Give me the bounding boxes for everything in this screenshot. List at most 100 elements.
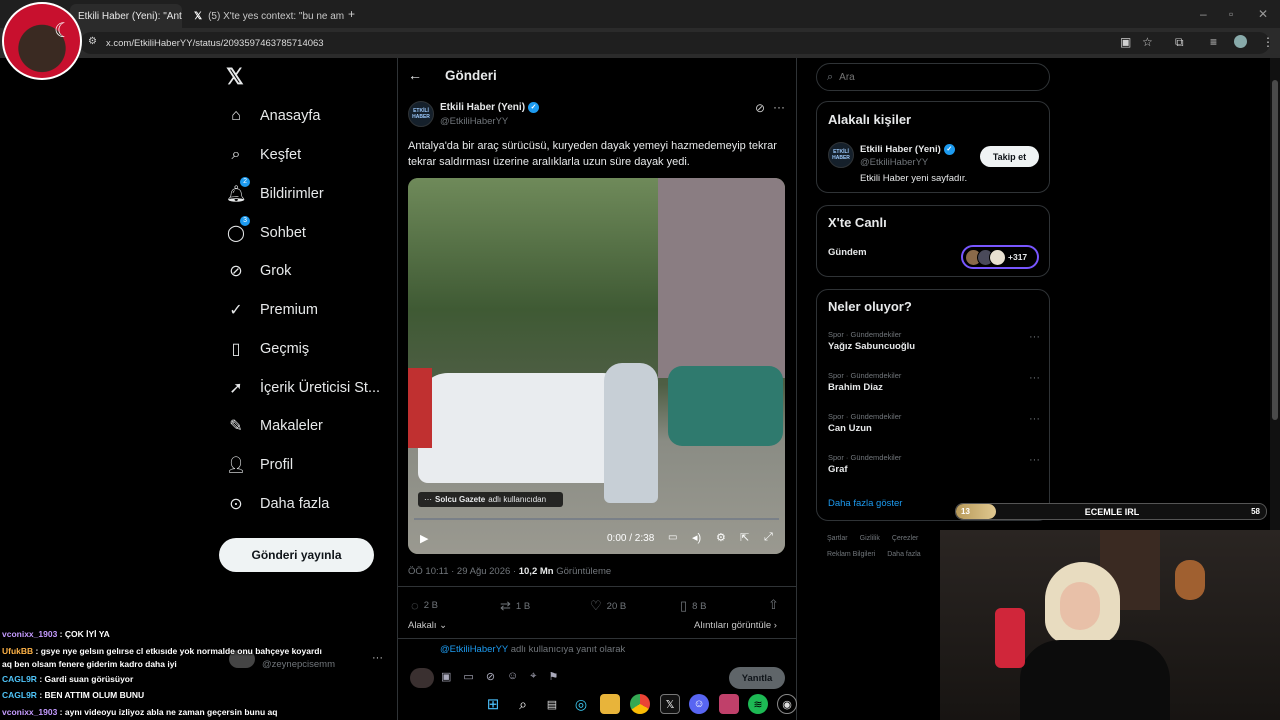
chrome-icon[interactable] [630,694,650,714]
captions-icon[interactable]: ▭ [668,532,677,543]
author-name-row[interactable]: Etkili Haber (Yeni) ✓ [440,102,540,113]
window-close-icon[interactable]: ✕ [1258,8,1268,20]
x-logo-icon[interactable]: 𝕏 [226,64,244,90]
cast-icon[interactable]: ▣ [1120,36,1131,48]
like-action[interactable]: ♡ 20 B [590,598,626,614]
video-credit[interactable]: ⋯ Solcu Gazete adlı kullanıcıdan [418,492,563,507]
trend-name: Graf [828,464,848,475]
file-explorer-icon[interactable] [600,694,620,714]
profile-icon: 👤︎ [226,457,247,474]
trend-item[interactable]: Spor · Gündemdekiler Brahim Diaz ··· [828,371,1040,393]
back-arrow-icon[interactable]: ← [408,67,422,83]
more-options-icon[interactable]: ··· [372,652,383,664]
search-bar[interactable]: ⌕ [816,63,1050,91]
trend-name: Brahim Diaz [828,382,883,393]
emoji-icon[interactable]: ☺ [507,670,518,683]
volume-icon[interactable]: ◂) [692,531,701,544]
credit-name: Solcu Gazete [435,495,486,504]
repost-action[interactable]: ⇄ 1 B [500,598,530,614]
footer-link[interactable]: Daha fazla [887,551,920,558]
discord-icon[interactable]: ☺ [689,694,709,714]
x-app-icon[interactable]: 𝕏 [660,694,680,714]
sort-label: Alakalı [408,620,437,631]
grok-icon[interactable]: ⊘ [486,670,495,683]
search-icon: ⌕ [827,70,834,83]
more-options-icon[interactable]: ··· [773,101,785,113]
more-options-icon[interactable]: ··· [1029,454,1040,466]
fullscreen-icon[interactable]: ⤢ [764,531,773,544]
nav-item-premium[interactable]: ✓ Premium [226,295,318,325]
share-action[interactable]: ⇧ [768,597,779,613]
live-spaces-pill[interactable]: +317 [961,245,1039,269]
profile-avatar[interactable] [1234,35,1247,48]
streamer-logo: ☾ [2,2,82,80]
settings-icon[interactable]: ⚙ [716,531,726,544]
trend-item[interactable]: Spor · Gündemdekiler Graf ··· [828,453,1040,475]
image-icon[interactable]: ▣ [441,670,451,683]
task-view-icon[interactable]: ▤ [542,694,562,714]
location-icon[interactable]: ⌖ [530,670,536,683]
grok-explain-icon[interactable]: ⊘ [755,102,765,114]
nav-item-profile[interactable]: 👤︎ Profil [226,450,293,480]
play-icon[interactable]: ▶ [420,532,428,545]
star-icon[interactable]: ☆ [1142,36,1153,48]
site-info-icon[interactable]: ⚙ [88,37,97,47]
x-logo-icon: 𝕏 [194,10,203,22]
chat-badge: 3 [240,216,250,226]
footer-link[interactable]: Şartlar [827,535,848,542]
edge-icon[interactable]: ◎ [571,694,591,714]
media-icon[interactable]: ≡ [1210,36,1217,48]
reply-to-handle[interactable]: @EtkiliHaberYY [440,644,508,655]
pip-icon[interactable]: ⇱ [740,531,749,544]
reply-action[interactable]: ◌ 2 B [411,598,438,613]
search-input[interactable] [839,71,1020,83]
sort-dropdown[interactable]: Alakalı ⌄ [408,620,447,631]
url-field[interactable]: x.com/EtkiliHaberYY/status/2093597463785… [80,32,1270,54]
reply-button[interactable]: Yanıtla [729,667,785,689]
author-handle[interactable]: @EtkiliHaberYY [440,116,508,127]
author-avatar[interactable]: ETKİLİ HABER [408,101,434,127]
spotify-icon[interactable]: ≋ [748,694,768,714]
new-tab-icon[interactable]: + [348,8,355,20]
nav-item-grok[interactable]: ⊘ Grok [226,256,291,286]
follow-button[interactable]: Takip et [980,146,1039,167]
view-quotes-link[interactable]: Alıntıları görüntüle › [694,620,777,631]
post-button[interactable]: Gönderi yayınla [219,538,374,572]
bookmark-action[interactable]: ▯ 8 B [680,598,706,614]
footer-link[interactable]: Gizlilik [860,535,880,542]
footer-link[interactable]: Reklam Bilgileri [827,551,875,558]
nav-item-articles[interactable]: ✎ Makaleler [226,411,323,441]
maximize-icon[interactable]: ▫ [1229,8,1233,20]
flag-icon[interactable]: ⚑ [548,670,558,683]
taskbar-search-icon[interactable]: ⌕ [513,694,533,714]
nav-item-notifications[interactable]: 🔔︎ 2 Bildirimler [226,177,324,209]
video-progress-track[interactable] [414,518,779,520]
app-icon[interactable] [719,694,739,714]
minimize-icon[interactable]: – [1200,8,1207,20]
browser-tab-active[interactable]: Etkili Haber (Yeni): "Antalya ✕ [70,4,182,28]
scrollbar-thumb[interactable] [1272,80,1278,420]
more-options-icon[interactable]: ··· [1029,331,1040,343]
nav-item-home[interactable]: ⌂ Anasayfa [226,101,320,131]
nav-item-chat[interactable]: ◯ 3 Sohbet [226,216,306,248]
show-more-link[interactable]: Daha fazla göster [828,498,902,509]
menu-icon[interactable]: ⋮ [1262,36,1274,48]
nav-item-creator-studio[interactable]: ➚ İçerik Üreticisi St... [226,373,380,403]
gif-icon[interactable]: ▭ [463,670,473,683]
nav-item-bookmarks[interactable]: ▯ Geçmiş [226,334,310,364]
related-avatar[interactable]: ETKİLİ HABER [828,142,854,168]
obs-icon[interactable]: ◉ [777,694,797,714]
related-name-row[interactable]: Etkili Haber (Yeni) ✓ [860,144,955,155]
footer-link[interactable]: Çerezler [892,535,918,542]
trend-item[interactable]: Spor · Gündemdekiler Can Uzun ··· [828,412,1040,434]
browser-tab[interactable]: 𝕏 (5) X'te yes context: "bu ne ami ✕ [186,4,344,28]
extensions-icon[interactable]: ⧉ [1175,36,1184,48]
video-player[interactable]: ⋯ Solcu Gazete adlı kullanıcıdan ▶ 0:00 … [408,178,785,554]
goal-title: ECEMLE IRL [1084,507,1140,517]
windows-start-icon[interactable]: ⊞ [483,694,503,714]
nav-item-explore[interactable]: ⌕ Keşfet [226,140,302,170]
trend-item[interactable]: Spor · Gündemdekiler Yağız Sabuncuoğlu ·… [828,330,1040,352]
more-options-icon[interactable]: ··· [1029,413,1040,425]
nav-item-more[interactable]: ⊙ Daha fazla [226,489,329,519]
more-options-icon[interactable]: ··· [1029,372,1040,384]
